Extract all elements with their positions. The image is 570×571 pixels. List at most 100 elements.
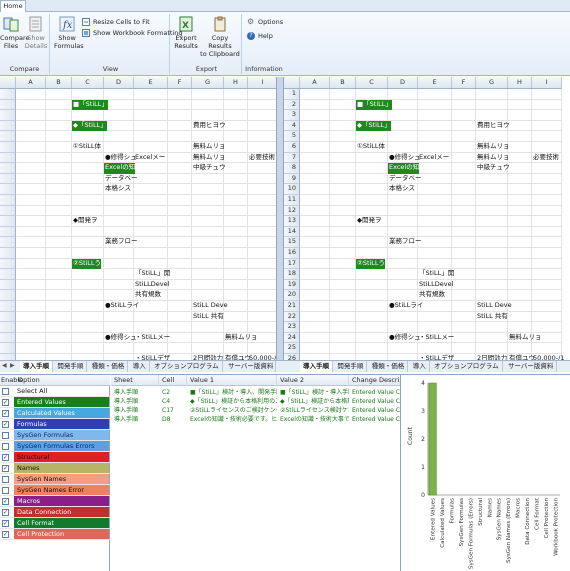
grid-cell[interactable] (508, 258, 532, 270)
row-header[interactable] (0, 226, 16, 238)
row-header[interactable] (0, 258, 16, 270)
grid-cell[interactable] (248, 142, 276, 153)
grid-cell[interactable] (134, 110, 168, 121)
grid-cell[interactable] (388, 311, 418, 323)
cell-g22[interactable]: StiLL 共有 (476, 312, 508, 323)
cell-g4[interactable]: 費用ヒヨウ (476, 121, 510, 132)
grid-cell[interactable] (300, 343, 330, 354)
grid-cell[interactable] (248, 312, 276, 323)
grid-cell[interactable] (192, 173, 224, 185)
grid-cell[interactable] (532, 142, 562, 153)
grid-cell[interactable] (388, 120, 418, 132)
cell-d9[interactable]: データベー (104, 174, 138, 185)
grid-cell[interactable] (532, 301, 562, 312)
cell-e7[interactable]: Excelメー (134, 153, 165, 164)
sheet-tab[interactable]: サーバー版資料 (505, 361, 558, 372)
grid-cell[interactable] (476, 279, 508, 291)
row-header[interactable] (0, 322, 16, 333)
difference-cell[interactable]: 導入手順 (111, 406, 159, 415)
grid-cell[interactable] (356, 269, 388, 280)
grid-cell[interactable] (330, 258, 356, 270)
cell-e20[interactable]: 共有規数 (418, 290, 445, 301)
grid-cell[interactable] (418, 237, 452, 248)
grid-cell[interactable] (46, 89, 72, 100)
grid-cell[interactable] (168, 195, 192, 206)
row-header[interactable] (0, 311, 16, 323)
column-header-d[interactable]: D (388, 77, 418, 89)
grid-cell[interactable] (356, 248, 388, 259)
grid-cell[interactable] (476, 99, 508, 111)
grid-cell[interactable] (300, 248, 330, 259)
differences-column-header[interactable]: Value 1 (187, 375, 277, 386)
differences-column-header[interactable]: Cell (159, 375, 187, 386)
grid-cell[interactable] (16, 237, 46, 248)
row-header[interactable]: 1 (284, 89, 300, 100)
grid-cell[interactable] (16, 173, 46, 185)
row-header[interactable]: 13 (284, 216, 300, 227)
grid-cell[interactable] (134, 216, 168, 227)
grid-cell[interactable] (356, 322, 388, 333)
grid-cell[interactable] (224, 163, 248, 174)
grid-cell[interactable] (46, 248, 72, 259)
sheet-tab[interactable]: 種類・価格 (88, 361, 129, 372)
grid-cell[interactable] (224, 120, 248, 132)
grid-cell[interactable] (168, 332, 192, 344)
grid-cell[interactable] (452, 322, 476, 333)
grid-cell[interactable] (192, 89, 224, 100)
cell-g4[interactable]: 費用ヒヨウ (192, 121, 226, 132)
select-all-corner[interactable] (284, 77, 300, 89)
difference-cell[interactable]: ◆「StiLL」検証から本格利用のステ... (187, 397, 277, 406)
row-header[interactable] (0, 269, 16, 280)
grid-cell[interactable] (356, 343, 388, 354)
column-header-a[interactable]: A (16, 77, 46, 89)
grid-cell[interactable] (330, 279, 356, 291)
row-header[interactable]: 24 (284, 332, 300, 344)
grid-cell[interactable] (330, 301, 356, 312)
grid-cell[interactable] (452, 152, 476, 164)
cell-c4[interactable]: ◆「StiLL」 (356, 120, 391, 132)
grid-cell[interactable] (16, 110, 46, 121)
column-header-i[interactable]: I (532, 77, 562, 89)
grid-cell[interactable] (104, 131, 134, 142)
grid-cell[interactable] (16, 332, 46, 344)
option-checkbox[interactable]: ✓ (2, 454, 9, 461)
grid-cell[interactable] (300, 152, 330, 164)
grid-cell[interactable] (72, 343, 104, 354)
grid-cell[interactable] (16, 120, 46, 132)
grid-cell[interactable] (16, 131, 46, 142)
row-header[interactable]: 15 (284, 237, 300, 248)
row-header[interactable]: 2 (284, 99, 300, 111)
grid-cell[interactable] (248, 301, 276, 312)
grid-cell[interactable] (134, 237, 168, 248)
grid-cell[interactable] (356, 279, 388, 291)
grid-cell[interactable] (248, 110, 276, 121)
grid-cell[interactable] (388, 131, 418, 142)
grid-cell[interactable] (532, 163, 562, 174)
grid-cell[interactable] (418, 322, 452, 333)
grid-cell[interactable] (46, 269, 72, 280)
grid-cell[interactable] (476, 195, 508, 206)
grid-cell[interactable] (532, 110, 562, 121)
grid-cell[interactable] (248, 174, 276, 185)
cell-h24[interactable]: 無料ムリョ (508, 333, 542, 344)
grid-cell[interactable] (508, 152, 532, 164)
row-header[interactable] (0, 131, 16, 142)
row-header[interactable] (0, 142, 16, 153)
grid-cell[interactable] (508, 290, 532, 301)
grid-cell[interactable] (300, 89, 330, 100)
grid-cell[interactable] (330, 343, 356, 354)
option-checkbox[interactable]: ✓ (2, 509, 9, 516)
grid-cell[interactable] (16, 184, 46, 195)
grid-cell[interactable] (300, 173, 330, 185)
row-header[interactable]: 25 (284, 343, 300, 354)
cell-d8[interactable]: Excelの知 (388, 163, 420, 174)
row-header[interactable]: 11 (284, 195, 300, 206)
grid-cell[interactable] (356, 226, 388, 238)
grid-cell[interactable] (418, 99, 452, 111)
grid-cell[interactable] (452, 110, 476, 121)
grid-cell[interactable] (46, 205, 72, 217)
differences-column-header[interactable]: Sheet (111, 375, 159, 386)
grid-cell[interactable] (532, 237, 562, 248)
tab-scroll-right-icon[interactable]: ▶ (10, 361, 15, 372)
grid-cell[interactable] (356, 237, 388, 248)
